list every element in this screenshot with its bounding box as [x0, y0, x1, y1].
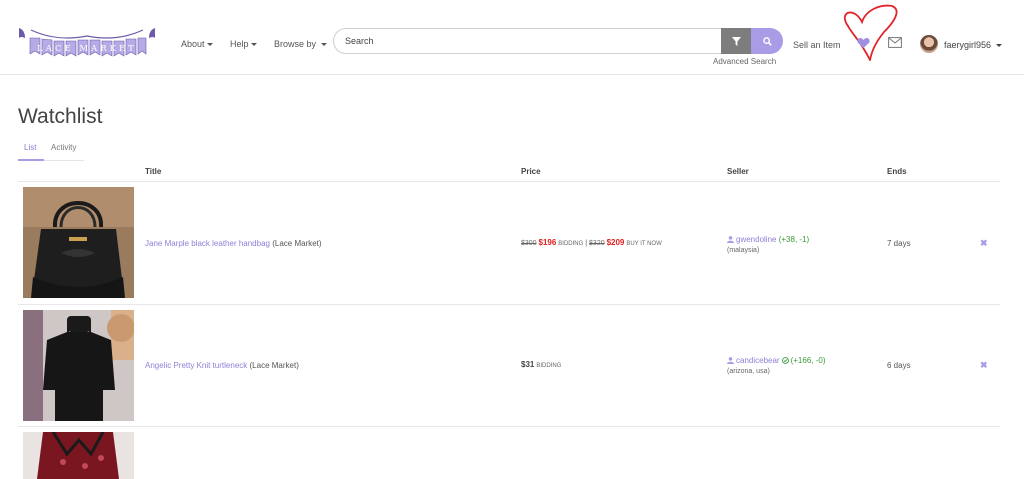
item-ends: 6 days — [887, 361, 911, 370]
item-ends: 7 days — [887, 239, 911, 248]
filter-button[interactable] — [721, 28, 751, 54]
caret-down-icon — [250, 43, 257, 46]
divider — [18, 426, 1000, 427]
seller-link[interactable]: gwendoline — [736, 235, 776, 244]
user-icon — [727, 236, 734, 243]
nav-help[interactable]: Help — [230, 39, 257, 49]
divider — [18, 181, 1000, 182]
seller-location: (malaysia) — [727, 247, 760, 254]
old-bid-price: $300 — [521, 240, 537, 247]
divider — [18, 304, 1000, 305]
nav-browse-by[interactable]: Browse by — [274, 39, 327, 49]
hand-drawn-heart-annotation — [843, 4, 898, 61]
column-header-title: Title — [145, 167, 162, 176]
search-button[interactable] — [751, 28, 783, 54]
search-input[interactable] — [333, 28, 723, 54]
heart-icon[interactable] — [857, 37, 870, 49]
seller-location: (arizona, usa) — [727, 368, 770, 375]
item-image-handbag[interactable] — [23, 187, 134, 298]
remove-item-button[interactable]: ✖ — [980, 238, 988, 249]
seller-feedback: (+166, -0) — [790, 356, 826, 365]
item-title-cell: Angelic Pretty Knit turtleneck (Lace Mar… — [145, 361, 299, 370]
nav-about[interactable]: About — [181, 39, 213, 49]
user-menu[interactable]: faerygirl956 — [944, 40, 1002, 50]
item-price-cell: $300 $196 BIDDING | $320 $209 BUY IT NOW — [521, 238, 662, 247]
sell-item-link[interactable]: Sell an Item — [793, 40, 841, 50]
page-title: Watchlist — [18, 105, 103, 128]
column-header-seller: Seller — [727, 167, 749, 176]
filter-icon — [731, 36, 741, 46]
envelope-icon[interactable] — [888, 37, 902, 48]
buy-price: $209 — [606, 238, 625, 247]
remove-item-button[interactable]: ✖ — [980, 360, 988, 371]
tab-activity[interactable]: Activity — [44, 143, 84, 161]
item-image-red-dress[interactable] — [23, 432, 134, 479]
item-title-cell: Jane Marple black leather handbag (Lace … — [145, 239, 322, 248]
item-price-cell: $31 BIDDING — [521, 360, 561, 369]
caret-down-icon — [206, 43, 213, 46]
item-title-link[interactable]: Jane Marple black leather handbag — [145, 239, 270, 248]
item-source: (Lace Market) — [249, 361, 299, 370]
bid-label: BIDDING — [558, 241, 584, 247]
user-icon — [727, 357, 734, 364]
seller-feedback: (+38, -1) — [778, 235, 810, 244]
buy-label: BUY IT NOW — [626, 241, 662, 247]
bid-price: $31 — [521, 360, 535, 369]
item-image-turtleneck[interactable] — [23, 310, 134, 421]
item-title-link[interactable]: Angelic Pretty Knit turtleneck — [145, 361, 247, 370]
tab-list[interactable]: List — [18, 143, 44, 161]
old-buy-price: $320 — [589, 240, 605, 247]
column-header-ends: Ends — [887, 167, 907, 176]
item-source: (Lace Market) — [272, 239, 322, 248]
lace-market-logo[interactable]: LACE MARKET — [17, 24, 157, 62]
item-seller-cell: candicebear (+166, -0) (arizona, usa) — [727, 356, 826, 375]
avatar[interactable] — [920, 35, 938, 53]
seller-link[interactable]: candicebear — [736, 356, 780, 365]
caret-down-icon — [995, 44, 1002, 47]
caret-down-icon — [320, 43, 327, 46]
bid-price: $196 — [538, 238, 557, 247]
advanced-search-link[interactable]: Advanced Search — [713, 57, 776, 66]
item-seller-cell: gwendoline (+38, -1) (malaysia) — [727, 235, 809, 254]
search-bar — [333, 28, 783, 54]
search-icon — [762, 36, 772, 46]
navbar: LACE MARKET About Help Browse by Advance… — [0, 0, 1024, 75]
logo-text: LACE MARKET — [37, 44, 137, 54]
price-separator: | — [585, 240, 588, 247]
column-header-price: Price — [521, 167, 541, 176]
bid-label: BIDDING — [536, 363, 562, 369]
verified-check-icon — [781, 357, 789, 364]
